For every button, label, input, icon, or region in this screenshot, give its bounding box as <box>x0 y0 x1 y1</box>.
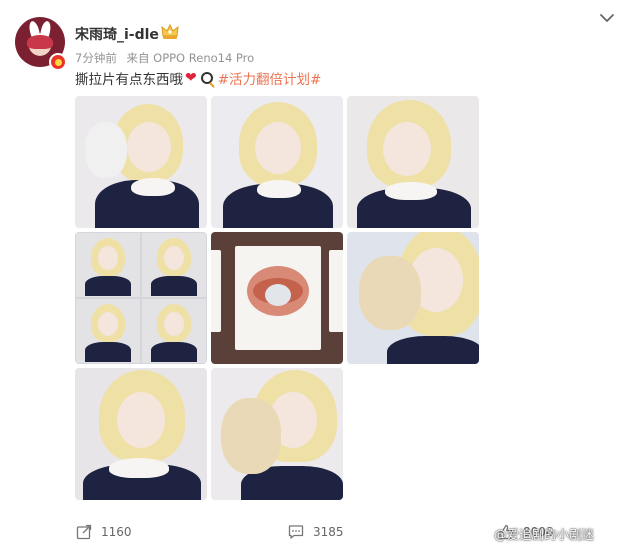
verified-badge-icon <box>49 53 67 71</box>
repost-count: 1160 <box>101 525 132 539</box>
repost-icon <box>76 524 92 540</box>
post-time[interactable]: 7分钟前 <box>75 51 117 65</box>
photo-2[interactable] <box>211 96 343 228</box>
photo-6[interactable] <box>347 232 479 364</box>
hashtag-link[interactable]: #活力翻倍计划# <box>218 68 322 88</box>
chevron-down-icon[interactable] <box>600 13 614 23</box>
photo-7[interactable] <box>75 368 207 500</box>
repost-button[interactable]: 1160 <box>76 524 132 540</box>
username[interactable]: 宋雨琦_i-dle <box>75 24 159 44</box>
watermark: @爱追剧的小剧迷 <box>494 527 595 542</box>
photo-8[interactable] <box>211 368 343 500</box>
magnifier-icon <box>200 72 213 84</box>
comment-icon <box>288 525 304 539</box>
post-source: 来自 OPPO Reno14 Pro <box>126 51 255 65</box>
comment-button[interactable]: 3185 <box>288 524 344 540</box>
post-text: 撕拉片有点东西哦 ❤ #活力翻倍计划# <box>75 68 322 88</box>
photo-5[interactable] <box>211 232 343 364</box>
photo-1[interactable] <box>75 96 207 228</box>
photo-3[interactable] <box>347 96 479 228</box>
photo-4[interactable] <box>75 232 207 364</box>
heart-icon: ❤ <box>185 70 197 86</box>
crown-icon[interactable] <box>161 24 179 40</box>
post-meta: 7分钟前 来自 OPPO Reno14 Pro <box>75 50 260 66</box>
post-body: 撕拉片有点东西哦 <box>75 72 183 88</box>
comment-count: 3185 <box>313 525 344 539</box>
